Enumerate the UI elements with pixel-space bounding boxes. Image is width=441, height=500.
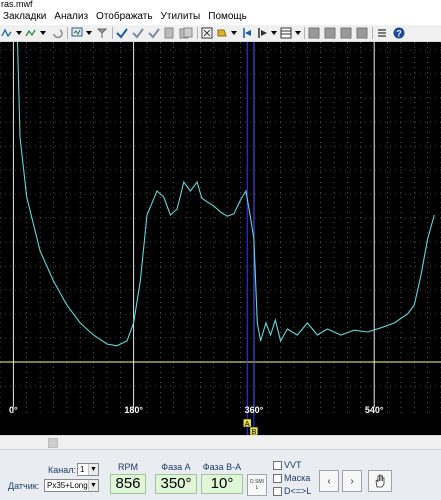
sensor-select[interactable]: Px35+Long ▼ <box>44 479 99 492</box>
phase-ba-title: Фаза B-A <box>202 462 242 472</box>
menu-utilities[interactable]: Утилиты <box>159 9 203 25</box>
gray-box-4-icon[interactable] <box>355 26 369 40</box>
check-triple-icon[interactable] <box>147 26 161 40</box>
prev-button[interactable]: ‹ <box>319 470 339 492</box>
check-icon[interactable] <box>115 26 129 40</box>
phase-a-value: 350° <box>155 474 197 494</box>
grid-view-icon[interactable] <box>280 26 302 40</box>
waveform-chart: 0° 180° 360° 540° AB <box>0 42 441 435</box>
grid-lines <box>0 42 441 417</box>
rpm-title: RPM <box>118 462 138 472</box>
scrollbar-thumb[interactable] <box>48 438 58 448</box>
chevron-down-icon: ▼ <box>88 464 98 475</box>
menu-display[interactable]: Отображать <box>94 9 154 25</box>
phase-ba-value: 10° <box>201 474 243 494</box>
marker-a-icon[interactable] <box>240 26 254 40</box>
menu-bar: Закладки Анализ Отображать Утилиты Помощ… <box>0 9 441 25</box>
marker-b-icon[interactable] <box>256 26 278 40</box>
dl-label: D<=>L <box>284 486 312 496</box>
chevron-down-icon: ▼ <box>88 480 98 491</box>
hand-icon <box>375 474 385 488</box>
tick-label: 180° <box>124 405 143 415</box>
cursor-markers: AB <box>242 418 259 435</box>
zoom-box-icon[interactable] <box>200 26 214 40</box>
vvt-checkbox-box[interactable] <box>273 460 282 470</box>
svg-text:?: ? <box>396 29 402 39</box>
prev-icon: ‹ <box>327 475 331 487</box>
dl-checkbox[interactable]: D<=>L <box>273 486 311 496</box>
bottom-panel: Канал: 1 ▼ Датчик: Px35+Long ▼ RPM 856 Ф… <box>0 449 441 500</box>
channel-wave-2-icon[interactable] <box>25 26 47 40</box>
gray-box-icon[interactable] <box>307 26 321 40</box>
next-button[interactable]: › <box>342 470 362 492</box>
channel-wave-icon[interactable] <box>1 26 23 40</box>
display-monitor-icon[interactable] <box>71 26 93 40</box>
rpm-value: 856 <box>110 474 146 494</box>
menu-bookmarks[interactable]: Закладки <box>1 9 48 25</box>
help-icon[interactable]: ? <box>392 26 406 40</box>
window-title: ras.mwf <box>0 0 441 9</box>
dl-checkbox-box[interactable] <box>273 486 282 496</box>
toolbar: ? <box>0 25 441 42</box>
vvt-checkbox[interactable]: VVT <box>273 460 302 470</box>
horizontal-scrollbar[interactable] <box>0 435 441 449</box>
fill-icon[interactable] <box>216 26 238 40</box>
major-degree-lines <box>12 42 375 407</box>
oscilloscope-display[interactable]: 0° 180° 360° 540° AB <box>0 42 441 435</box>
tick-labels: 0° 180° 360° 540° <box>9 405 384 415</box>
channel-select[interactable]: 1 ▼ <box>77 463 99 476</box>
dsl-button[interactable]: D SMI L <box>247 474 267 496</box>
menu-analysis[interactable]: Анализ <box>52 9 90 25</box>
tick-label: 540° <box>365 405 384 415</box>
menu-help[interactable]: Помощь <box>206 9 249 25</box>
cursor-lines <box>246 42 255 435</box>
gray-box-2-icon[interactable] <box>323 26 337 40</box>
mask-checkbox[interactable]: Маска <box>273 473 310 483</box>
vvt-label: VVT <box>284 460 302 470</box>
mask-checkbox-box[interactable] <box>273 473 282 483</box>
mask-label: Маска <box>284 473 311 483</box>
cursor-icon[interactable] <box>95 26 109 40</box>
next-icon: › <box>350 475 354 487</box>
sensor-label: Датчик: <box>8 481 40 491</box>
hand-button[interactable] <box>368 470 392 492</box>
tick-label: 0° <box>9 405 18 415</box>
pages-icon[interactable] <box>178 26 194 40</box>
check-double-icon[interactable] <box>131 26 145 40</box>
tick-label: 360° <box>245 405 264 415</box>
channel-label: Канал: <box>48 465 76 475</box>
sensor-value: Px35+Long <box>47 481 88 490</box>
phase-a-title: Фаза A <box>161 462 191 472</box>
page-icon[interactable] <box>163 26 175 40</box>
undo-arrow-icon[interactable] <box>50 26 64 40</box>
channel-value: 1 <box>80 465 85 474</box>
marker-a-label: A <box>245 421 250 428</box>
dsl-button-label: D SMI L <box>250 479 264 491</box>
list-view-icon[interactable] <box>375 26 389 40</box>
gray-box-3-icon[interactable] <box>339 26 353 40</box>
